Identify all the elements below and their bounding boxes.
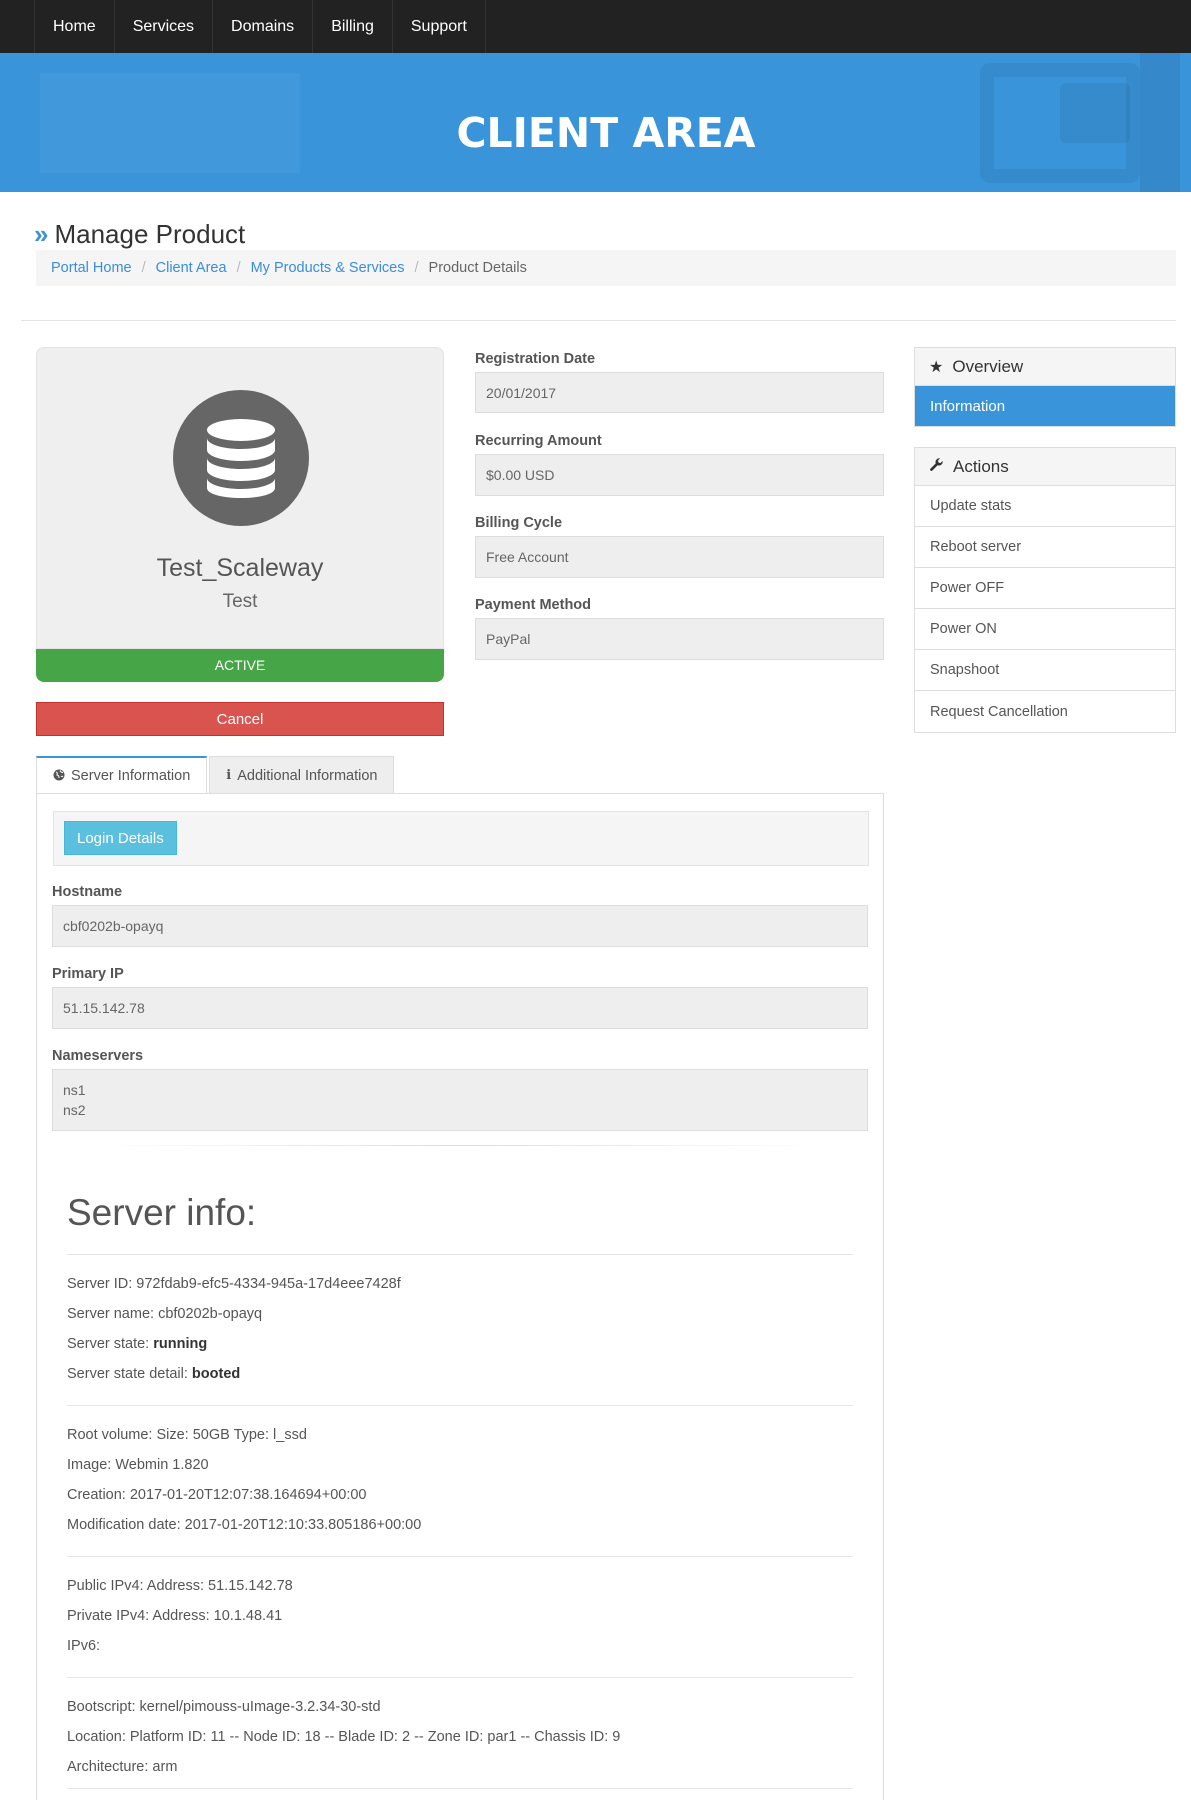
star-icon: ★ xyxy=(929,358,944,376)
server-id-value: 972fdab9-efc5-4334-945a-17d4eee7428f xyxy=(136,1276,401,1292)
product-name: Test_Scaleway xyxy=(156,554,324,582)
divider xyxy=(67,1788,853,1789)
actions-panel-header: Actions xyxy=(915,448,1175,486)
hero-title: CLIENT AREA xyxy=(456,109,756,157)
server-id: Server ID: 972fdab9-efc5-4334-945a-17d4e… xyxy=(67,1276,401,1292)
server-name: Server name: cbf0202b-opayq xyxy=(67,1306,262,1322)
breadcrumb-current: Product Details xyxy=(428,260,527,276)
actions-panel: Actions Update stats Reboot server Power… xyxy=(914,447,1176,733)
database-icon xyxy=(173,390,309,526)
private-ipv4: Private IPv4: Address: 10.1.48.41 xyxy=(67,1608,283,1624)
nav-item-home[interactable]: Home xyxy=(34,0,114,53)
info-icon: i xyxy=(226,768,232,783)
action-power-off[interactable]: Power OFF xyxy=(915,568,1175,609)
breadcrumb-separator: / xyxy=(141,260,146,276)
login-details-button[interactable]: Login Details xyxy=(64,821,177,855)
public-ipv4: Public IPv4: Address: 51.15.142.78 xyxy=(67,1578,293,1594)
overview-panel: ★ Overview Information xyxy=(914,347,1176,427)
primary-ip-label: Primary IP xyxy=(52,966,124,982)
ipv6: IPv6: xyxy=(67,1638,101,1654)
nav-item-domains[interactable]: Domains xyxy=(212,0,312,53)
nameserver-1: ns1 xyxy=(63,1082,86,1098)
billing-cycle-label: Billing Cycle xyxy=(475,515,563,531)
primary-ip-field: 51.15.142.78 xyxy=(52,987,868,1029)
nav-item-services[interactable]: Services xyxy=(113,0,212,53)
nav-item-billing[interactable]: Billing xyxy=(312,0,392,53)
tab-server-information[interactable]: Server Information xyxy=(36,756,208,794)
actions-title: Actions xyxy=(953,456,1009,476)
overview-panel-header: ★ Overview xyxy=(915,348,1175,386)
divider xyxy=(100,1145,820,1146)
registration-date-label: Registration Date xyxy=(475,351,596,367)
hostname-label: Hostname xyxy=(52,884,123,900)
info-tabs: Server Information i Additional Informat… xyxy=(36,756,396,794)
billing-cycle-field: Free Account xyxy=(475,536,884,578)
tab-label: Server Information xyxy=(71,768,191,784)
server-state-detail-label: Server state detail: xyxy=(67,1366,192,1382)
login-details-well: Login Details xyxy=(53,811,869,866)
action-power-on[interactable]: Power ON xyxy=(915,609,1175,650)
top-navbar: Home Services Domains Billing Support xyxy=(0,0,1191,53)
divider xyxy=(67,1556,853,1557)
nav-item-support[interactable]: Support xyxy=(391,0,486,53)
breadcrumb-products-services[interactable]: My Products & Services xyxy=(251,260,405,276)
server-image: Image: Webmin 1.820 xyxy=(67,1457,209,1473)
tab-additional-information[interactable]: i Additional Information xyxy=(209,756,395,794)
main-nav: Home Services Domains Billing Support xyxy=(34,0,486,53)
globe-icon xyxy=(53,769,65,784)
action-reboot-server[interactable]: Reboot server xyxy=(915,527,1175,568)
server-state-value: running xyxy=(153,1336,208,1352)
page-title-text: Manage Product xyxy=(54,219,246,249)
server-info-title: Server info: xyxy=(67,1192,257,1233)
divider xyxy=(67,1254,853,1255)
double-chevron-icon: » xyxy=(34,219,49,249)
sidebar-item-information[interactable]: Information xyxy=(915,386,1175,426)
architecture: Architecture: arm xyxy=(67,1759,178,1775)
breadcrumb: Portal Home / Client Area / My Products … xyxy=(36,250,1176,286)
server-state-detail-value: booted xyxy=(191,1366,241,1382)
server-state: Server state: running xyxy=(67,1336,207,1352)
action-snapshoot[interactable]: Snapshoot xyxy=(915,650,1175,691)
cancel-button[interactable]: Cancel xyxy=(36,702,444,736)
wrench-icon xyxy=(929,457,944,477)
payment-method-label: Payment Method xyxy=(475,597,592,613)
bootscript: Bootscript: kernel/pimouss-uImage-3.2.34… xyxy=(67,1699,381,1715)
nameserver-2: ns2 xyxy=(63,1102,86,1118)
breadcrumb-separator: / xyxy=(236,260,241,276)
action-request-cancellation[interactable]: Request Cancellation xyxy=(915,691,1175,732)
registration-date-field: 20/01/2017 xyxy=(475,372,884,413)
breadcrumb-client-area[interactable]: Client Area xyxy=(156,260,227,276)
server-name-label: Server name: xyxy=(67,1306,159,1322)
server-state-detail: Server state detail: booted xyxy=(67,1366,240,1382)
divider xyxy=(67,1405,853,1406)
product-group: Test xyxy=(222,591,258,612)
breadcrumb-separator: / xyxy=(414,260,419,276)
nameservers-label: Nameservers xyxy=(52,1048,144,1064)
payment-method-field: PayPal xyxy=(475,618,884,660)
recurring-amount-field: $0.00 USD xyxy=(475,454,884,496)
breadcrumb-portal-home[interactable]: Portal Home xyxy=(51,260,132,276)
product-card: Test_Scaleway Test xyxy=(36,347,444,649)
location: Location: Platform ID: 11 -- Node ID: 18… xyxy=(67,1729,621,1745)
server-id-label: Server ID: xyxy=(67,1276,137,1292)
root-volume: Root volume: Size: 50GB Type: l_ssd xyxy=(67,1427,307,1443)
hero-banner: CLIENT AREA xyxy=(0,53,1191,192)
modification-date: Modification date: 2017-01-20T12:10:33.8… xyxy=(67,1517,422,1533)
recurring-amount-label: Recurring Amount xyxy=(475,433,602,449)
divider xyxy=(67,1677,853,1678)
divider xyxy=(21,320,1176,321)
hostname-field: cbf0202b-opayq xyxy=(52,905,868,947)
status-badge: ACTIVE xyxy=(36,649,444,682)
page-title: » Manage Product xyxy=(34,219,245,250)
server-name-value: cbf0202b-opayq xyxy=(158,1306,263,1322)
tab-label: Additional Information xyxy=(237,767,378,784)
overview-title: Overview xyxy=(952,356,1024,376)
action-update-stats[interactable]: Update stats xyxy=(915,486,1175,527)
server-state-label: Server state: xyxy=(67,1336,154,1352)
nameservers-field: ns1 ns2 xyxy=(52,1069,868,1131)
creation-date: Creation: 2017-01-20T12:07:38.164694+00:… xyxy=(67,1487,367,1503)
